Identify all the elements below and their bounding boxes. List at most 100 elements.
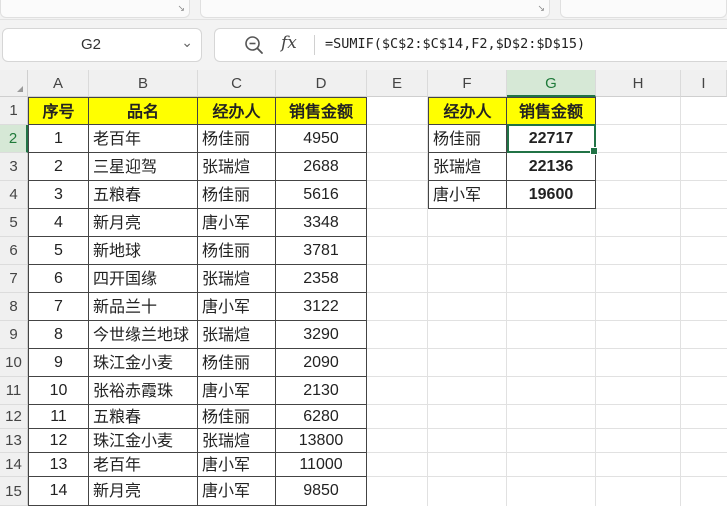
table-header-cell[interactable]: 经办人 [198,97,276,125]
table-header-cell[interactable]: 品名 [89,97,198,125]
row-header-4[interactable]: 4 [0,181,28,209]
table-cell[interactable]: 13800 [276,429,367,453]
summary-name-cell[interactable]: 张瑞煊 [428,153,507,181]
summary-header-cell[interactable]: 经办人 [428,97,507,125]
table-cell[interactable]: 张瑞煊 [198,265,276,293]
table-cell[interactable]: 杨佳丽 [198,405,276,429]
row-header-9[interactable]: 9 [0,321,28,349]
table-cell[interactable]: 6280 [276,405,367,429]
row-header-3[interactable]: 3 [0,153,28,181]
table-cell[interactable]: 9 [28,349,89,377]
table-cell[interactable]: 五粮春 [89,405,198,429]
table-cell[interactable]: 12 [28,429,89,453]
table-cell[interactable]: 唐小军 [198,209,276,237]
table-cell[interactable]: 新月亮 [89,209,198,237]
table-cell[interactable]: 5 [28,237,89,265]
row-header-8[interactable]: 8 [0,293,28,321]
fx-icon[interactable]: fx [281,33,297,53]
table-cell[interactable]: 四开国缘 [89,265,198,293]
table-cell[interactable]: 3 [28,181,89,209]
table-cell[interactable]: 14 [28,477,89,506]
table-cell[interactable]: 7 [28,293,89,321]
table-cell[interactable]: 新地球 [89,237,198,265]
table-cell[interactable]: 13 [28,453,89,477]
column-header-i[interactable]: I [681,70,727,97]
row-header-14[interactable]: 14 [0,453,28,477]
table-cell[interactable]: 张裕赤霞珠 [89,377,198,405]
row-header-1[interactable]: 1 [0,97,28,125]
table-cell[interactable]: 4950 [276,125,367,153]
table-cell[interactable]: 珠江金小麦 [89,349,198,377]
summary-total-cell[interactable]: 22136 [507,153,596,181]
table-cell[interactable]: 10 [28,377,89,405]
table-cell[interactable]: 2 [28,153,89,181]
formula-input[interactable]: =SUMIF($C$2:$C$14,F2,$D$2:$D$15) [325,36,585,52]
table-cell[interactable]: 5616 [276,181,367,209]
table-cell[interactable]: 杨佳丽 [198,349,276,377]
name-box-value[interactable]: G2 [3,36,179,53]
row-header-6[interactable]: 6 [0,237,28,265]
table-header-cell[interactable]: 销售金额 [276,97,367,125]
table-cell[interactable]: 三星迎驾 [89,153,198,181]
table-cell[interactable]: 杨佳丽 [198,237,276,265]
column-header-g[interactable]: G [507,70,596,97]
table-cell[interactable]: 今世缘兰地球 [89,321,198,349]
expand-icon[interactable]: ↘ [177,4,185,14]
column-header-e[interactable]: E [367,70,428,97]
row-header-12[interactable]: 12 [0,405,28,429]
expand-icon[interactable]: ↘ [537,4,545,14]
table-cell[interactable]: 老百年 [89,125,198,153]
table-cell[interactable]: 3290 [276,321,367,349]
table-cell[interactable]: 2090 [276,349,367,377]
table-cell[interactable]: 2358 [276,265,367,293]
table-cell[interactable]: 张瑞煊 [198,153,276,181]
table-cell[interactable]: 新月亮 [89,477,198,506]
row-header-15[interactable]: 15 [0,477,28,506]
table-cell[interactable]: 3781 [276,237,367,265]
table-cell[interactable]: 珠江金小麦 [89,429,198,453]
column-header-f[interactable]: F [428,70,507,97]
table-cell[interactable]: 张瑞煊 [198,429,276,453]
column-header-a[interactable]: A [28,70,89,97]
column-header-d[interactable]: D [276,70,367,97]
summary-total-cell[interactable]: 19600 [507,181,596,209]
table-cell[interactable]: 11 [28,405,89,429]
table-cell[interactable]: 11000 [276,453,367,477]
column-header-h[interactable]: H [596,70,681,97]
table-cell[interactable]: 五粮春 [89,181,198,209]
select-all-corner[interactable] [0,70,28,97]
table-cell[interactable]: 2688 [276,153,367,181]
row-header-5[interactable]: 5 [0,209,28,237]
table-cell[interactable]: 9850 [276,477,367,506]
table-cell[interactable]: 老百年 [89,453,198,477]
table-header-cell[interactable]: 序号 [28,97,89,125]
summary-name-cell[interactable]: 唐小军 [428,181,507,209]
table-cell[interactable]: 新品兰十 [89,293,198,321]
table-cell[interactable]: 6 [28,265,89,293]
row-header-11[interactable]: 11 [0,377,28,405]
table-cell[interactable]: 杨佳丽 [198,125,276,153]
zoom-out-icon[interactable] [243,34,265,56]
summary-header-cell[interactable]: 销售金额 [507,97,596,125]
table-cell[interactable]: 唐小军 [198,377,276,405]
row-header-13[interactable]: 13 [0,429,28,453]
summary-name-cell[interactable]: 杨佳丽 [428,125,507,153]
active-cell-selection[interactable] [507,124,598,155]
table-cell[interactable]: 唐小军 [198,477,276,506]
chevron-down-icon[interactable]: ⌄ [181,35,193,51]
table-cell[interactable]: 张瑞煊 [198,321,276,349]
table-cell[interactable]: 1 [28,125,89,153]
name-box[interactable]: G2 ⌄ [2,28,202,62]
table-cell[interactable]: 唐小军 [198,293,276,321]
table-cell[interactable]: 唐小军 [198,453,276,477]
column-header-c[interactable]: C [198,70,276,97]
row-header-2[interactable]: 2 [0,125,28,153]
formula-box[interactable]: fx =SUMIF($C$2:$C$14,F2,$D$2:$D$15) [214,28,727,62]
table-cell[interactable]: 2130 [276,377,367,405]
table-cell[interactable]: 4 [28,209,89,237]
column-header-b[interactable]: B [89,70,198,97]
table-cell[interactable]: 3122 [276,293,367,321]
row-header-10[interactable]: 10 [0,349,28,377]
row-header-7[interactable]: 7 [0,265,28,293]
table-cell[interactable]: 3348 [276,209,367,237]
